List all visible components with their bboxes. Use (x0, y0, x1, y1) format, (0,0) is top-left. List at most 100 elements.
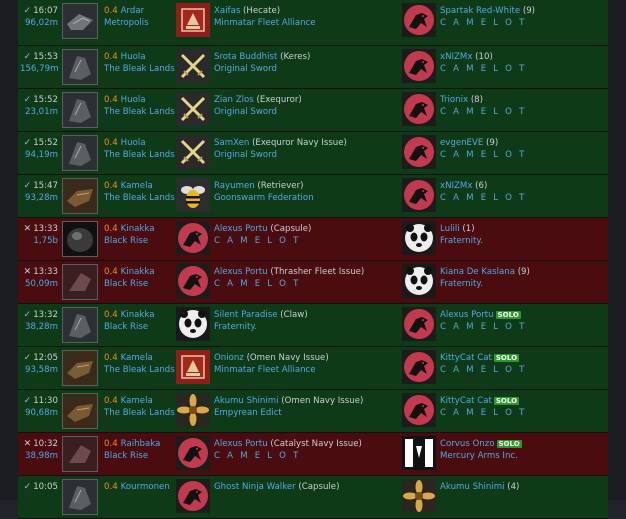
victim-name-link[interactable]: Xaifas (214, 6, 240, 16)
victim-corp-link[interactable]: Minmatar Fleet Alliance (214, 364, 389, 376)
flower-finalblow-corp-logo-icon[interactable] (402, 479, 438, 515)
camelot-raven-finalblow-corp-logo-icon[interactable] (402, 307, 438, 343)
ship-icon[interactable] (62, 307, 98, 343)
victim-name-link[interactable]: SamXen (214, 138, 249, 148)
final-blow-corp-link[interactable]: C A M E L O T (440, 407, 615, 419)
ship-icon[interactable] (62, 49, 98, 85)
kill-row[interactable]: ✕ 13:33 50,09m 0.4 Kinakka Black Rise Alex… (18, 261, 608, 304)
victim-corp-link[interactable]: C A M E L O T (214, 278, 389, 290)
system-link[interactable]: Huola (121, 138, 146, 148)
ship-icon[interactable] (62, 264, 98, 300)
system-link[interactable]: Raihbaka (121, 439, 161, 449)
camelot-raven-finalblow-corp-logo-icon[interactable] (402, 3, 438, 39)
victim-name-link[interactable]: Ghost Ninja Walker (214, 482, 296, 492)
final-blow-name-link[interactable]: xNIZMx (440, 52, 472, 62)
final-blow-corp-link[interactable]: C A M E L O T (440, 321, 615, 333)
kill-row[interactable]: ✓ 13:32 38,28m 0.4 Kinakka Black Rise Sile… (18, 304, 608, 347)
system-link[interactable]: Kamela (121, 396, 153, 406)
final-blow-name-link[interactable]: KittyCat Cat (440, 353, 492, 363)
ship-icon[interactable] (62, 178, 98, 214)
final-blow-name-link[interactable]: Alexus Portu (440, 310, 494, 320)
camelot-raven-finalblow-corp-logo-icon[interactable] (402, 92, 438, 128)
bee-victim-corp-logo-icon[interactable] (176, 178, 212, 214)
system-link[interactable]: Huola (121, 52, 146, 62)
victim-corp-link[interactable]: Original Sword (214, 149, 389, 161)
victim-corp-link[interactable]: Original Sword (214, 63, 389, 75)
ship-icon[interactable] (62, 350, 98, 386)
ship-icon[interactable] (62, 436, 98, 472)
crossed-swords-victim-corp-logo-icon[interactable] (176, 92, 212, 128)
final-blow-name-link[interactable]: Trionix (440, 95, 468, 105)
kill-row[interactable]: ✓ 11:30 90,68m 0.4 Kamela The Bleak Lands … (18, 390, 608, 433)
camelot-raven-finalblow-corp-logo-icon[interactable] (402, 135, 438, 171)
victim-name-link[interactable]: Rayumen (214, 181, 255, 191)
camelot-raven-victim-corp-logo-icon[interactable] (176, 479, 212, 515)
system-link[interactable]: Kamela (121, 181, 153, 191)
final-blow-name-link[interactable]: KittyCat Cat (440, 396, 492, 406)
victim-corp-link[interactable]: C A M E L O T (214, 235, 389, 247)
victim-name-link[interactable]: Akumu Shinimi (214, 396, 278, 406)
camelot-raven-finalblow-corp-logo-icon[interactable] (402, 393, 438, 429)
final-blow-corp-link[interactable]: C A M E L O T (440, 364, 615, 376)
final-blow-name-link[interactable]: xNIZMx (440, 181, 472, 191)
victim-name-link[interactable]: Onionz (214, 353, 244, 363)
system-link[interactable]: Huola (121, 95, 146, 105)
ship-icon[interactable] (62, 92, 98, 128)
final-blow-corp-link[interactable]: C A M E L O T (440, 17, 615, 29)
victim-name-link[interactable]: Silent Paradise (214, 310, 278, 320)
victim-corp-link[interactable]: Minmatar Fleet Alliance (214, 17, 389, 29)
camelot-raven-victim-corp-logo-icon[interactable] (176, 436, 212, 472)
system-link[interactable]: Kinakka (121, 224, 155, 234)
panda-victim-corp-logo-icon[interactable] (176, 307, 212, 343)
panda-finalblow-corp-logo-icon[interactable] (402, 264, 438, 300)
kill-row[interactable]: ✓ 12:05 93,58m 0.4 Kamela The Bleak Lands … (18, 347, 608, 390)
final-blow-corp-link[interactable]: C A M E L O T (440, 192, 615, 204)
final-blow-corp-link[interactable]: Mercury Arms Inc. (440, 450, 615, 462)
camelot-raven-finalblow-corp-logo-icon[interactable] (402, 49, 438, 85)
camelot-raven-victim-corp-logo-icon[interactable] (176, 221, 212, 257)
final-blow-name-link[interactable]: Akumu Shinimi (440, 482, 504, 492)
final-blow-name-link[interactable]: Lulili (440, 224, 460, 234)
kill-row[interactable]: ✕ 10:32 38,98m 0.4 Raihbaka Black Rise Ale… (18, 433, 608, 476)
final-blow-corp-link[interactable]: C A M E L O T (440, 63, 615, 75)
final-blow-corp-link[interactable]: Fraternity. (440, 278, 615, 290)
flower-victim-corp-logo-icon[interactable] (176, 393, 212, 429)
system-link[interactable]: Kinakka (121, 267, 155, 277)
victim-name-link[interactable]: Alexus Portu (214, 267, 268, 277)
mercury-finalblow-corp-logo-icon[interactable] (402, 436, 438, 472)
ship-icon[interactable] (62, 479, 98, 515)
final-blow-name-link[interactable]: evgenEVE (440, 138, 483, 148)
victim-corp-link[interactable]: Empyrean Edict (214, 407, 389, 419)
kill-row[interactable]: ✓ 16:07 96,02m 0.4 Ardar Metropolis Xaifas… (18, 0, 608, 46)
final-blow-corp-link[interactable]: C A M E L O T (440, 106, 615, 118)
minmatar-victim-corp-logo-icon[interactable] (176, 350, 212, 386)
victim-name-link[interactable]: Zian Zlos (214, 95, 254, 105)
kill-row[interactable]: ✓ 15:47 93,28m 0.4 Kamela The Bleak Lands … (18, 175, 608, 218)
kill-row[interactable]: ✓ 15:52 23,01m 0.4 Huola The Bleak Lands Z… (18, 89, 608, 132)
final-blow-name-link[interactable]: Spartak Red-White (440, 6, 520, 16)
victim-corp-link[interactable]: Goonswarm Federation (214, 192, 389, 204)
ship-icon[interactable] (62, 135, 98, 171)
camelot-raven-victim-corp-logo-icon[interactable] (176, 264, 212, 300)
system-link[interactable]: Kourmonen (121, 482, 170, 492)
victim-name-link[interactable]: Alexus Portu (214, 224, 268, 234)
ship-icon[interactable] (62, 3, 98, 39)
system-link[interactable]: Kamela (121, 353, 153, 363)
kill-row[interactable]: ✕ 13:33 1,75b 0.4 Kinakka Black Rise Alexu… (18, 218, 608, 261)
final-blow-corp-link[interactable]: C A M E L O T (440, 149, 615, 161)
camelot-raven-finalblow-corp-logo-icon[interactable] (402, 350, 438, 386)
final-blow-corp-link[interactable]: Fraternity. (440, 235, 615, 247)
minmatar-victim-corp-logo-icon[interactable] (176, 3, 212, 39)
victim-corp-link[interactable]: Original Sword (214, 106, 389, 118)
final-blow-name-link[interactable]: Kiana De Kaslana (440, 267, 515, 277)
ship-icon[interactable] (62, 393, 98, 429)
crossed-swords-victim-corp-logo-icon[interactable] (176, 49, 212, 85)
camelot-raven-finalblow-corp-logo-icon[interactable] (402, 178, 438, 214)
victim-name-link[interactable]: Srota Buddhist (214, 52, 277, 62)
system-link[interactable]: Ardar (121, 6, 145, 16)
victim-name-link[interactable]: Alexus Portu (214, 439, 268, 449)
victim-corp-link[interactable]: Fraternity. (214, 321, 389, 333)
kill-row[interactable]: ✓ 15:52 94,19m 0.4 Huola The Bleak Lands S… (18, 132, 608, 175)
final-blow-name-link[interactable]: Corvus Onzo (440, 439, 495, 449)
crossed-swords-victim-corp-logo-icon[interactable] (176, 135, 212, 171)
